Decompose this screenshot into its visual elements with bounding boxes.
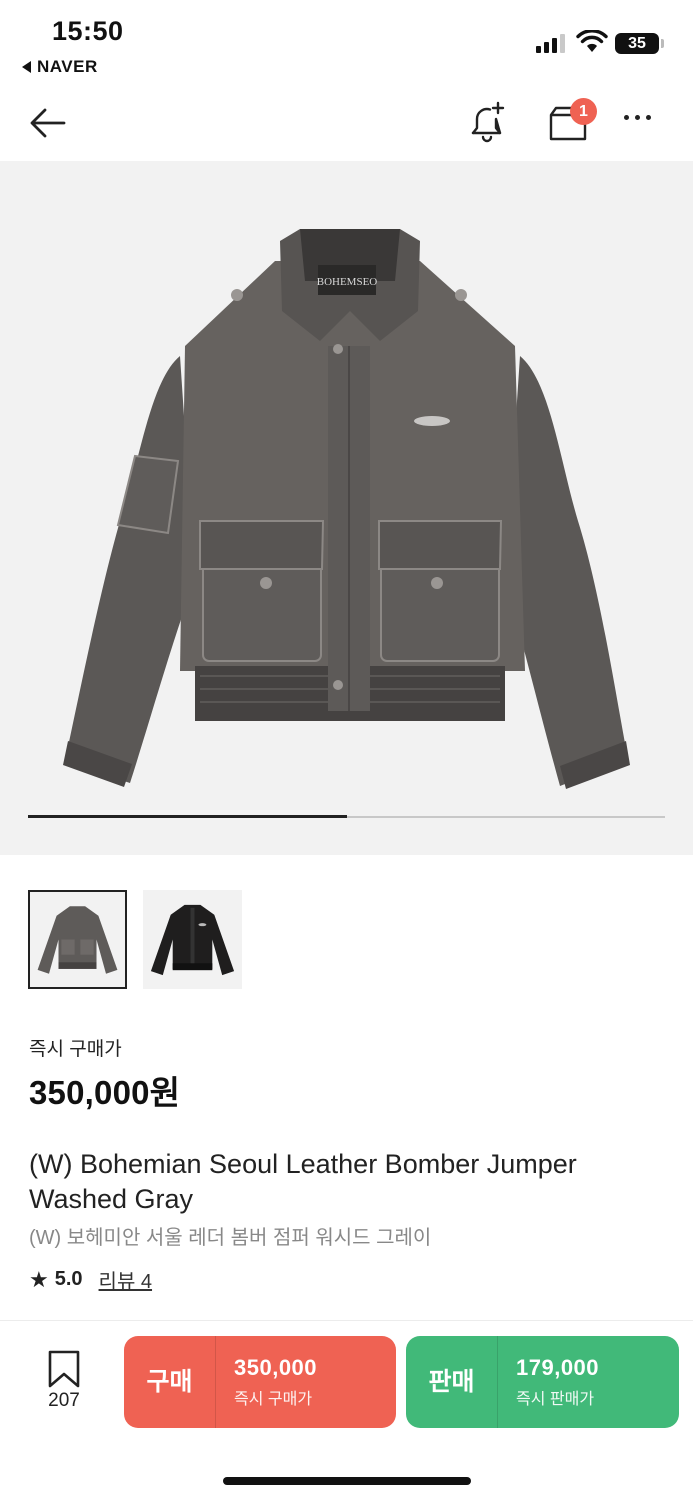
bookmark-icon bbox=[48, 1350, 80, 1388]
sell-label: 판매 bbox=[406, 1336, 498, 1428]
sell-button[interactable]: 판매 179,000 즉시 판매가 bbox=[406, 1336, 679, 1428]
product-title-ko: (W) 보헤미안 서울 레더 봄버 점퍼 워시드 그레이 bbox=[29, 1227, 432, 1249]
thumbnail-image bbox=[150, 904, 235, 976]
battery-level: 35 bbox=[628, 34, 646, 52]
battery-icon: 35 bbox=[615, 33, 659, 54]
instant-buy-price: 350,000원 bbox=[29, 1074, 181, 1111]
product-rating: ★ 5.0 리뷰 4 bbox=[29, 1265, 152, 1294]
notification-add-icon[interactable] bbox=[464, 99, 510, 145]
jacket-gray-image: BOHEMSEO bbox=[63, 229, 630, 789]
product-image-carousel[interactable]: BOHEMSEO bbox=[0, 161, 693, 855]
buy-button[interactable]: 구매 350,000 즉시 구매가 bbox=[124, 1336, 396, 1428]
jacket-label-text: BOHEMSEO bbox=[317, 276, 378, 288]
back-app-label: NAVER bbox=[37, 57, 98, 76]
carousel-progress-indicator bbox=[28, 815, 347, 818]
product-title-en: (W) Bohemian Seoul Leather Bomber Jumper… bbox=[29, 1149, 577, 1214]
reviews-link[interactable]: 리뷰 4 bbox=[99, 1265, 152, 1294]
cellular-signal-icon bbox=[536, 33, 565, 53]
bookmark-button[interactable]: 207 bbox=[30, 1350, 98, 1412]
back-arrow-icon[interactable] bbox=[26, 101, 70, 145]
cart-count-badge: 1 bbox=[570, 98, 597, 125]
status-time: 15:50 bbox=[52, 16, 124, 46]
bookmark-count: 207 bbox=[48, 1390, 80, 1411]
more-options-icon[interactable] bbox=[624, 115, 651, 120]
instant-buy-price-label: 즉시 구매가 bbox=[29, 1039, 122, 1060]
sell-amount: 179,000 bbox=[516, 1355, 600, 1380]
buy-amount: 350,000 bbox=[234, 1355, 318, 1380]
status-bar: 15:50 NAVER 35 bbox=[0, 0, 693, 85]
battery-cap bbox=[661, 39, 664, 48]
star-icon: ★ bbox=[29, 1266, 49, 1292]
buy-label: 구매 bbox=[124, 1336, 216, 1428]
sell-sub-label: 즉시 판매가 bbox=[516, 1391, 595, 1408]
home-indicator bbox=[223, 1477, 471, 1485]
thumbnail-black[interactable] bbox=[143, 890, 242, 989]
thumbnail-washed-gray[interactable] bbox=[28, 890, 127, 989]
rating-score: 5.0 bbox=[54, 1268, 83, 1290]
back-to-app-link[interactable]: NAVER bbox=[22, 57, 98, 77]
wifi-icon bbox=[576, 30, 608, 52]
thumbnail-image bbox=[37, 906, 118, 974]
buy-sub-label: 즉시 구매가 bbox=[234, 1391, 313, 1408]
back-triangle-icon bbox=[22, 61, 31, 73]
